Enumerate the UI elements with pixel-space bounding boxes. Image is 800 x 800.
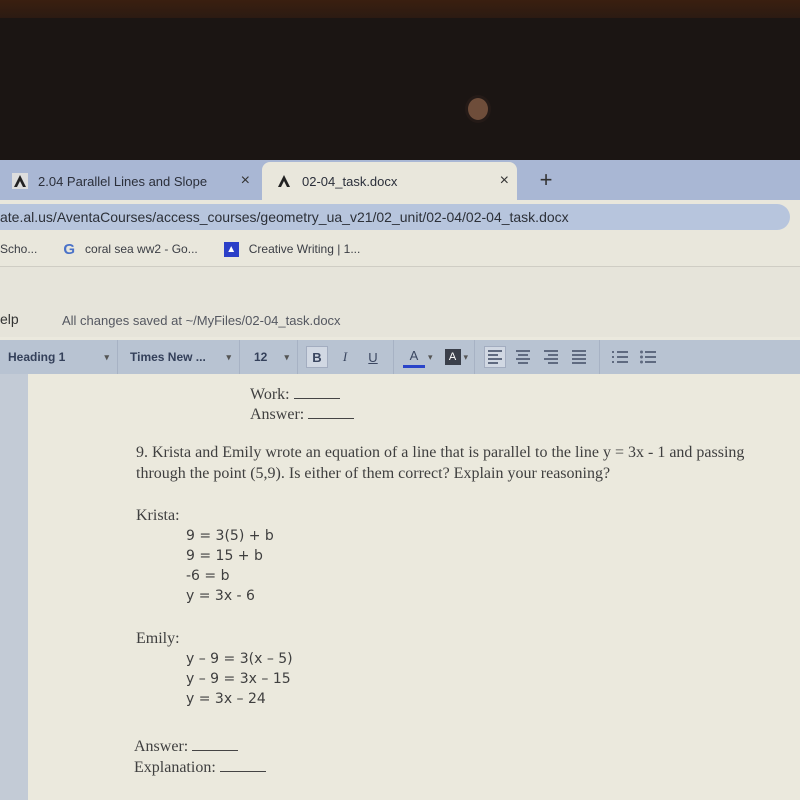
url-text: ate.al.us/AventaCourses/access_courses/g… [0,209,569,225]
krista-step: 9 = 3(5) + b [186,528,274,544]
font-family-select[interactable]: Times New ... ▾ [118,340,240,374]
bullet-list-button[interactable] [637,346,659,368]
question-text-line1: 9. Krista and Emily wrote an equation of… [136,444,745,461]
krista-step: -6 = b [186,568,230,584]
tab-task-docx[interactable]: 02-04_task.docx × [262,162,517,200]
bookmark-coral-sea[interactable]: G coral sea ww2 - Go... [63,241,197,258]
screen: 2.04 Parallel Lines and Slope × 02-04_ta… [0,160,800,800]
font-color-button[interactable]: A [403,347,425,368]
answer-label: Answer: [134,738,189,755]
bookmark-school[interactable]: Scho... [0,242,37,256]
close-tab-icon[interactable]: × [241,172,250,190]
save-status: All changes saved at ~/MyFiles/02-04_tas… [62,313,341,328]
formatting-toolbar: Heading 1 ▾ Times New ... ▾ 12 ▾ B I U A… [0,340,800,374]
chevron-down-icon: ▾ [226,351,231,362]
justify-button[interactable] [568,346,590,368]
bookmark-creative-writing[interactable]: ▲ Creative Writing | 1... [223,241,361,257]
chevron-down-icon[interactable]: ▾ [428,352,433,363]
bookmark-label: Scho... [0,242,38,256]
tab-strip: 2.04 Parallel Lines and Slope × 02-04_ta… [0,160,800,200]
new-tab-button[interactable]: + [534,166,558,194]
emily-label: Emily: [136,630,180,647]
tab-title: 2.04 Parallel Lines and Slope [38,173,208,189]
classroom-icon: ▲ [223,241,239,257]
align-right-button[interactable] [540,346,562,368]
krista-step: 9 = 15 + b [186,548,263,564]
emily-step: y – 9 = 3x – 15 [186,671,291,687]
explanation-blank[interactable] [219,757,266,772]
chevron-down-icon: ▾ [104,351,109,362]
paragraph-style-select[interactable]: Heading 1 ▾ [0,340,118,374]
tab-parallel-lines[interactable]: 2.04 Parallel Lines and Slope × [0,162,262,200]
font-size-value: 12 [254,350,268,364]
font-size-select[interactable]: 12 ▾ [240,340,298,374]
align-center-icon [516,350,531,364]
document-page[interactable]: Work: Answer: 9. Krista and Emily wrote … [28,374,800,800]
highlight-color-button[interactable]: A [444,349,461,365]
desk-background [0,0,800,20]
aventa-icon [276,173,292,189]
document-area: Work: Answer: 9. Krista and Emily wrote … [0,374,800,800]
google-icon: G [63,240,76,258]
bookmarks-bar: Scho... G coral sea ww2 - Go... ▲ Creati… [0,232,800,267]
webcam [468,98,488,120]
underline-button[interactable]: U [362,346,384,368]
bookmark-label: Creative Writing | 1... [248,242,361,256]
bold-button[interactable]: B [306,346,328,368]
work-line: Work: [250,384,340,404]
toolbar-divider [393,340,394,374]
tab-title: 02-04_task.docx [302,173,398,189]
krista-step: y = 3x - 6 [186,588,255,604]
align-left-button[interactable] [484,346,507,368]
answer-line: Answer: [134,736,239,756]
answer-blank[interactable] [308,404,355,419]
explanation-label: Explanation: [134,759,216,776]
numbered-list-icon [612,351,629,363]
editor-menubar: elp All changes saved at ~/MyFiles/02-04… [0,267,800,337]
emily-step: y – 9 = 3(x – 5) [186,651,293,667]
align-right-icon [544,350,559,364]
toolbar-divider [474,340,476,374]
krista-label: Krista: [136,507,180,524]
work-blank[interactable] [293,384,340,399]
address-bar[interactable]: ate.al.us/AventaCourses/access_courses/g… [0,204,790,230]
bookmark-label: coral sea ww2 - Go... [85,242,198,256]
numbered-list-button[interactable] [609,346,631,368]
italic-button[interactable]: I [334,346,356,368]
bullet-list-icon [640,350,657,364]
laptop-bezel [0,18,800,166]
answer-label: Answer: [250,406,305,423]
emily-step: y = 3x – 24 [186,691,266,707]
answer-line-previous: Answer: [250,404,355,424]
address-row: ate.al.us/AventaCourses/access_courses/g… [0,200,800,232]
chevron-down-icon: ▾ [284,351,289,362]
align-left-icon [488,350,503,364]
font-family-value: Times New ... [130,350,206,364]
align-center-button[interactable] [512,346,534,368]
menu-help[interactable]: elp [0,311,19,327]
answer-blank[interactable] [192,736,239,751]
question-text-line2: through the point (5,9). Is either of th… [136,465,611,482]
explanation-line: Explanation: [134,757,266,777]
justify-icon [572,350,587,364]
aventa-icon [12,173,28,189]
close-tab-icon[interactable]: × [500,172,509,190]
paragraph-style-value: Heading 1 [8,350,66,364]
toolbar-divider [599,340,601,374]
work-label: Work: [250,386,290,403]
chevron-down-icon[interactable]: ▾ [464,352,469,363]
